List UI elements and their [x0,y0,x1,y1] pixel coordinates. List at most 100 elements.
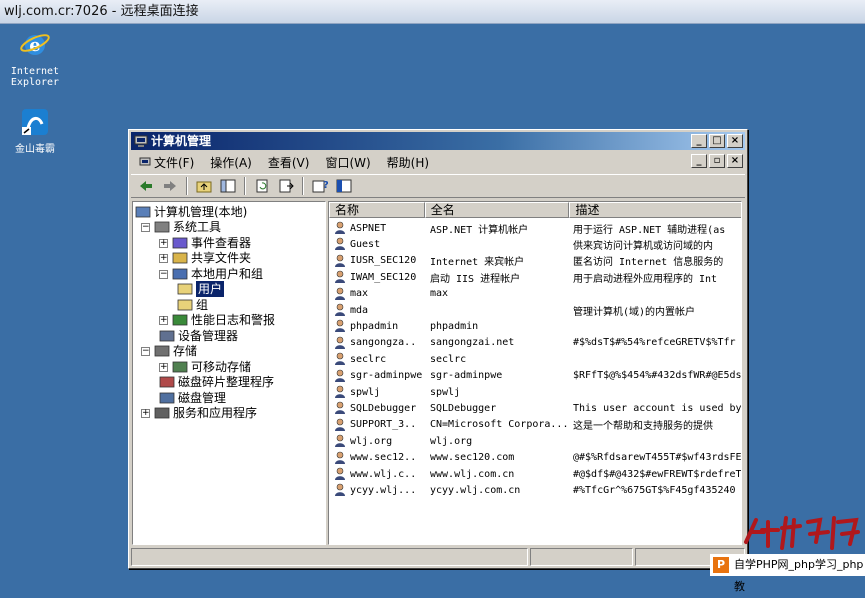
user-account-icon [335,418,345,431]
defrag-icon [159,376,175,388]
export-list-button[interactable] [275,176,297,196]
user-row[interactable]: SUPPORT_3.. CN=Microsoft Corpora... 这是一个帮助… [329,417,741,433]
menu-file[interactable]: 文件(F) [131,154,202,171]
tree-node-3[interactable]: + 事件查看器 [159,235,251,251]
user-fullname: www.sec120.com [430,452,515,464]
back-button[interactable] [135,176,157,196]
user-row[interactable]: www.sec12.. www.sec120.com @#$%RfdsarewT45… [329,450,742,466]
tree-expander[interactable]: + [141,408,150,418]
user-account-icon [335,451,345,464]
column-header-name[interactable]: 名称 [329,202,425,218]
desktop-icon-kingsoft[interactable]: 金山毒霸 [0,106,70,155]
site-watermark: P 自学PHP网_php学习_php教 [710,554,865,593]
column-header-fullname[interactable]: 全名 [424,202,570,218]
tree-expander[interactable]: − [159,269,168,279]
user-row[interactable]: IWAM_SEC120 启动 IIS 进程帐户 用于启动进程外应用程序的 Int [329,269,741,285]
tree-node-2[interactable]: − 系统工具 [141,219,221,235]
user-name-cell: phpadmin [329,319,425,333]
tree-node-6[interactable]: 用户 [177,281,225,297]
properties-icon [336,179,352,193]
user-name: IUSR_SEC120 [350,255,417,267]
user-row[interactable]: phpadmin phpadmin [329,318,741,334]
internet-explorer-icon: e [20,34,50,56]
tree-node-label: 磁盘碎片整理程序 [178,375,275,389]
user-name: www.sec12.. [350,452,417,464]
tree-expander[interactable]: + [159,362,168,372]
tree-node-8[interactable]: + 性能日志和警报 [159,312,275,328]
status-cell [131,548,528,566]
tree-node-1[interactable]: 计算机管理(本地) [135,204,247,220]
user-account-icon [335,270,345,284]
users-groups-icon [172,268,188,280]
user-name: IWAM_SEC120 [350,271,417,283]
user-row[interactable]: sangongza.. sangongzai.net #$%dsT$#%54%ref… [329,335,741,351]
user-description: @#$%RfdsarewT455T#$wf43rdsFE [573,452,742,464]
desktop-icon-internet-explorer[interactable]: e Internet Explorer [0,28,70,88]
tree-node-9[interactable]: 设备管理器 [159,328,238,344]
user-description: #$%dsT$#%54%refceGRETV$%Tfr [573,337,736,349]
menu-window[interactable]: 窗口(W) [317,154,378,171]
user-fullname: 启动 IIS 进程帐户 [430,273,521,285]
user-fullname: spwlj [430,386,461,398]
user-name: Guest [350,238,381,250]
column-header-description[interactable]: 描述 [569,202,741,218]
user-row[interactable]: wlj.org wlj.org [329,433,741,449]
tree-node-label: 事件查看器 [191,236,252,250]
tools-icon [154,221,170,233]
menu-action[interactable]: 操作(A) [202,154,260,171]
user-row[interactable]: mda 管理计算机(域)的内置帐户 [329,302,741,318]
tree-node-5[interactable]: − 本地用户和组 [159,266,263,282]
user-row[interactable]: ASPNET ASP.NET 计算机帐户 用于运行 ASP.NET 辅助进程(as [329,220,741,236]
user-account-icon [335,402,345,415]
up-level-button[interactable] [193,176,215,196]
minimize-button[interactable]: _ [691,134,707,148]
user-name-cell: sangongza.. [329,336,425,350]
tree-node-4[interactable]: + 共享文件夹 [159,250,251,266]
user-row[interactable]: max max [329,286,741,302]
tree-node-12[interactable]: 磁盘碎片整理程序 [159,374,274,390]
refresh-button[interactable] [251,176,273,196]
user-account-icon [335,385,345,398]
close-button[interactable]: × [727,134,743,148]
properties-button[interactable] [333,176,355,196]
tree-node-10[interactable]: − 存储 [141,343,197,359]
menu-help[interactable]: 帮助(H) [379,154,437,171]
forward-button[interactable] [159,176,181,196]
tree-expander[interactable]: − [141,222,150,232]
tree-node-label: 磁盘管理 [178,391,227,405]
user-row[interactable]: sgr-adminpwe sgr-adminpwe $RFfT$@%$454%#43… [329,368,741,384]
tree-expander[interactable]: + [159,253,168,263]
user-row[interactable]: SQLDebugger SQLDebugger This user account … [329,400,741,416]
computer-management-icon [134,135,148,147]
user-name: sgr-adminpwe [350,370,423,382]
tree-expander[interactable]: − [141,346,150,356]
user-name-cell: IWAM_SEC120 [329,270,425,284]
tree-node-13[interactable]: 磁盘管理 [159,390,226,406]
mdi-close-button[interactable]: × [727,154,743,168]
help-button[interactable]: ? [309,176,331,196]
user-row[interactable]: IUSR_SEC120 Internet 来宾帐户 匿名访问 Internet 信息… [329,253,741,269]
user-name: ycyy.wlj... [350,484,417,496]
show-hide-tree-button[interactable] [217,176,239,196]
maximize-button[interactable]: □ [709,134,725,148]
user-fullname: SQLDebugger [430,402,497,414]
user-name-cell: www.wlj.c.. [329,467,425,481]
tree-node-7[interactable]: 组 [177,297,208,313]
user-row[interactable]: Guest 供来宾访问计算机或访问域的内 [329,236,741,252]
user-row[interactable]: spwlj spwlj [329,384,741,400]
tree-expander[interactable]: + [159,238,168,248]
window-titlebar[interactable]: 计算机管理 _ □ × [131,132,745,150]
tree-expander[interactable]: + [159,315,168,325]
user-row[interactable]: ycyy.wlj... ycyy.wlj.com.cn #%TfcGr^%675GT… [329,482,741,498]
user-account-icon [335,352,345,366]
user-row[interactable]: www.wlj.c.. www.wlj.com.cn #@$df$#@432$#ew… [329,466,741,482]
user-name: SUPPORT_3.. [350,419,417,431]
mdi-restore-button[interactable]: ▫ [709,154,725,168]
user-row[interactable]: seclrc seclrc [329,351,741,367]
desktop-icon-label: 金山毒霸 [15,144,55,155]
tree-node-14[interactable]: + 服务和应用程序 [141,405,257,421]
menu-view[interactable]: 查看(V) [260,154,318,171]
mdi-minimize-button[interactable]: _ [691,154,707,168]
disk-management-icon [159,392,175,404]
tree-node-11[interactable]: + 可移动存储 [159,359,251,375]
